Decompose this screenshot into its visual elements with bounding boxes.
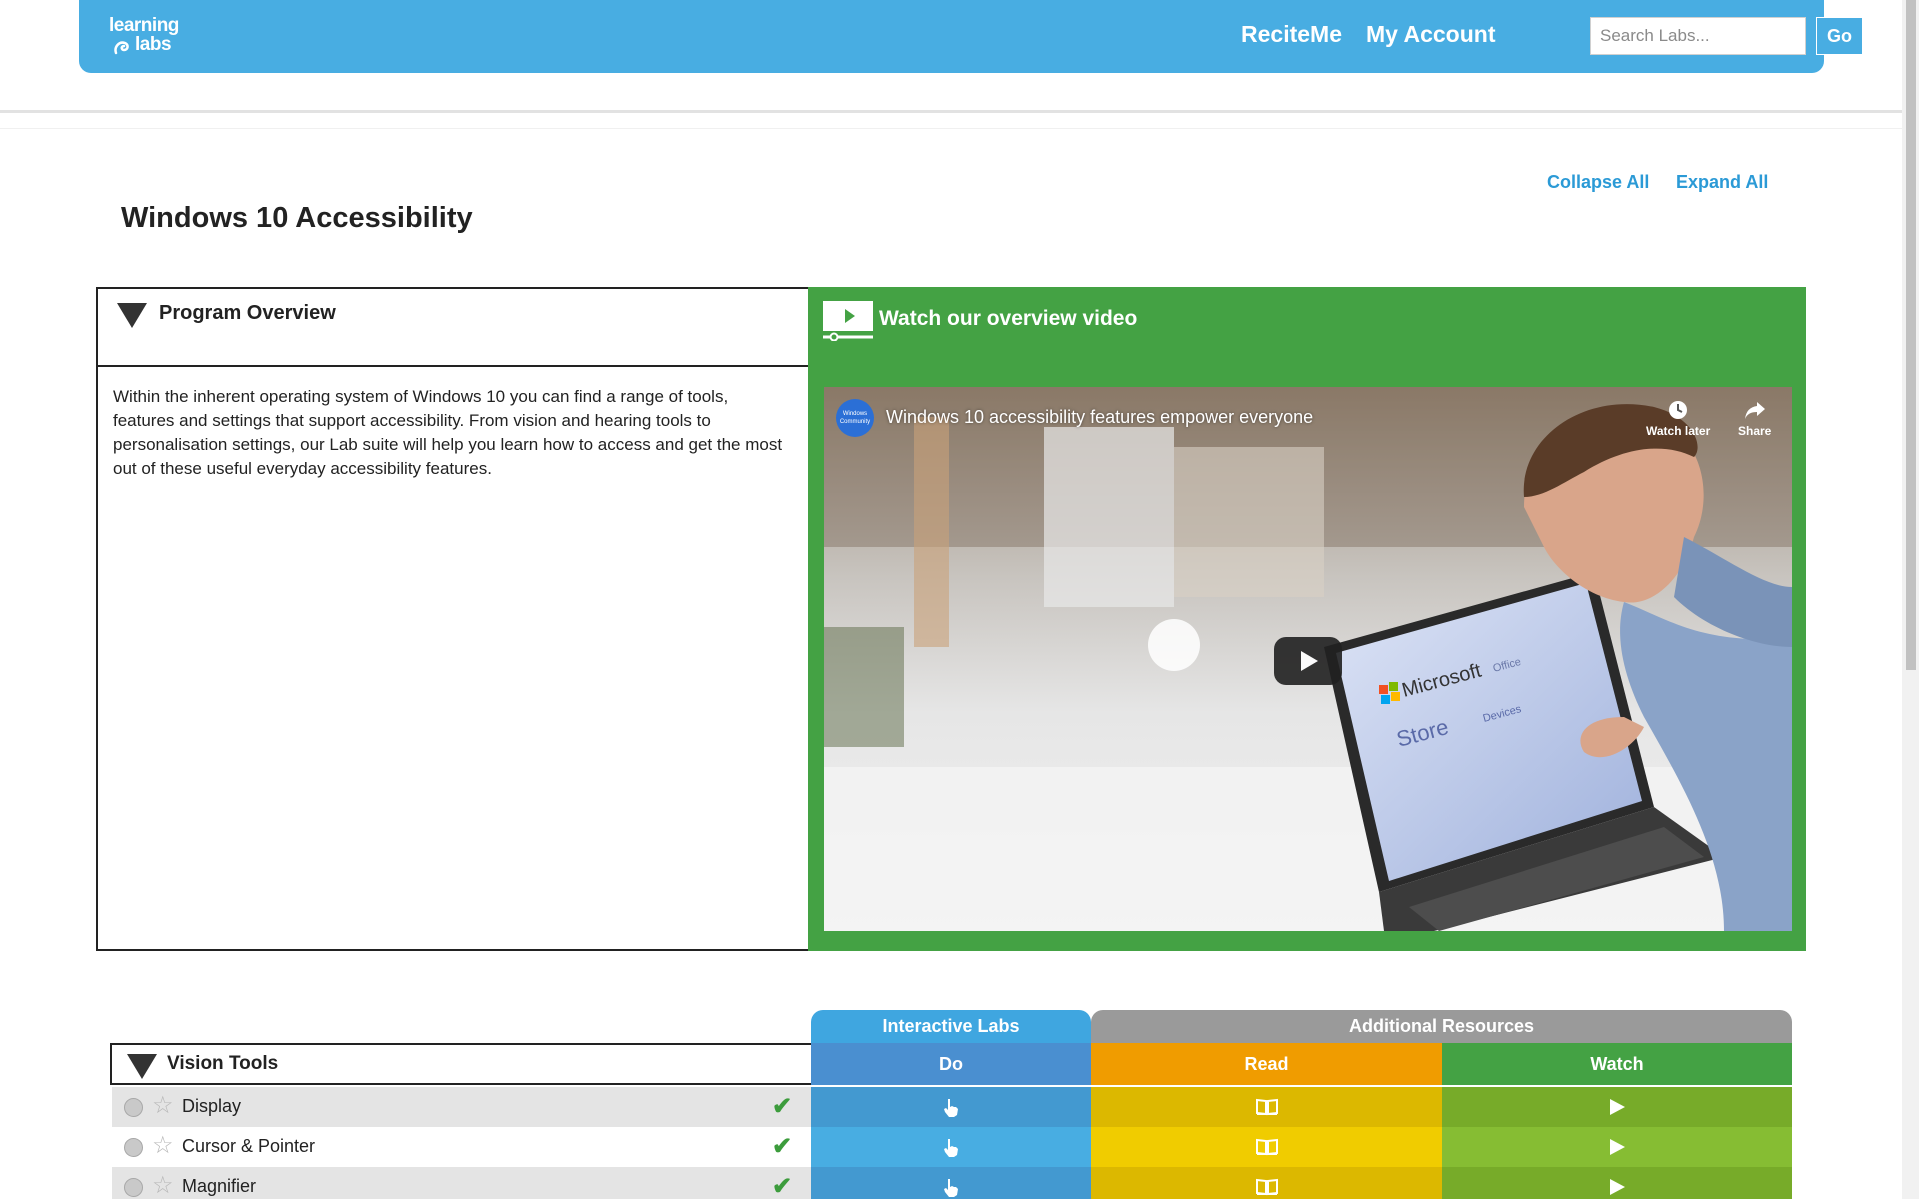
table-row[interactable]: ☆ Magnifier ✔	[112, 1167, 811, 1199]
reciteme-link[interactable]: ReciteMe	[1241, 21, 1342, 47]
vertical-scrollbar[interactable]	[1902, 0, 1919, 1199]
top-header: learning labs ReciteMe My Account Go	[79, 0, 1863, 73]
page-title: Windows 10 Accessibility	[121, 202, 473, 234]
read-resource-button[interactable]	[1091, 1087, 1442, 1127]
lab-label[interactable]: Display	[182, 1096, 241, 1117]
channel-avatar[interactable]: Windows Community	[836, 399, 874, 437]
video-heading: Watch our overview video	[879, 307, 1138, 330]
vision-tools-header[interactable]: Vision Tools	[110, 1043, 811, 1085]
hand-pointer-icon	[944, 1099, 958, 1117]
open-book-icon	[1255, 1138, 1278, 1156]
do-lab-button[interactable]	[811, 1087, 1091, 1127]
lab-label[interactable]: Cursor & Pointer	[182, 1136, 315, 1157]
header-divider	[0, 110, 1902, 113]
youtube-video-player[interactable]: Microsoft Office Store Devices Windows C…	[824, 387, 1792, 931]
collapse-all-link[interactable]: Collapse All	[1547, 172, 1649, 193]
share-button[interactable]: Share	[1738, 399, 1771, 438]
status-radio[interactable]	[124, 1138, 143, 1157]
share-label: Share	[1738, 424, 1772, 438]
program-overview-panel: Program Overview Within the inherent ope…	[96, 287, 810, 951]
do-lab-button[interactable]	[811, 1167, 1091, 1199]
video-screen-icon	[823, 301, 873, 341]
scrollbar-thumb[interactable]	[1906, 0, 1916, 670]
do-lab-button[interactable]	[811, 1127, 1091, 1167]
play-triangle-icon	[1610, 1139, 1625, 1155]
program-overview-text: Within the inherent operating system of …	[113, 387, 783, 478]
collapse-triangle-icon[interactable]	[117, 303, 147, 328]
overview-video-panel: Watch our overview video Microsoft Offic…	[808, 287, 1806, 951]
additional-resources-header: Additional Resources	[1091, 1010, 1792, 1043]
read-resource-button[interactable]	[1091, 1167, 1442, 1199]
table-row[interactable]: ☆ Cursor & Pointer ✔	[112, 1127, 811, 1167]
lab-label[interactable]: Magnifier	[182, 1176, 256, 1197]
watch-later-label: Watch later	[1646, 424, 1711, 438]
checkmark-icon: ✔	[772, 1133, 793, 1160]
hand-pointer-icon	[944, 1139, 958, 1157]
search-labs-input[interactable]	[1590, 17, 1806, 55]
checkmark-icon: ✔	[772, 1173, 793, 1199]
learning-labs-logo[interactable]: learning labs	[109, 16, 189, 60]
read-column-header: Read	[1091, 1043, 1442, 1085]
clock-icon	[1669, 401, 1688, 419]
program-overview-header[interactable]: Program Overview	[98, 289, 808, 367]
open-book-icon	[1255, 1098, 1278, 1116]
watch-resource-button[interactable]	[1442, 1127, 1792, 1167]
watch-resource-button[interactable]	[1442, 1087, 1792, 1127]
video-title[interactable]: Windows 10 accessibility features empowe…	[886, 407, 1313, 428]
favorite-star-icon[interactable]: ☆	[152, 1133, 174, 1159]
logo-text-line1: learning	[109, 15, 179, 36]
favorite-star-icon[interactable]: ☆	[152, 1173, 174, 1199]
program-overview-title: Program Overview	[159, 302, 336, 324]
expand-all-link[interactable]: Expand All	[1676, 172, 1768, 193]
play-triangle-icon	[1610, 1179, 1625, 1195]
status-radio[interactable]	[124, 1098, 143, 1117]
hand-pointer-icon	[944, 1179, 958, 1197]
watch-resource-button[interactable]	[1442, 1167, 1792, 1199]
read-resource-button[interactable]	[1091, 1127, 1442, 1167]
interactive-labs-header: Interactive Labs	[811, 1010, 1091, 1043]
vision-tools-title: Vision Tools	[167, 1053, 279, 1074]
share-arrow-icon	[1744, 402, 1765, 419]
header-divider-light	[0, 128, 1902, 129]
favorite-star-icon[interactable]: ☆	[152, 1093, 174, 1119]
status-radio[interactable]	[124, 1178, 143, 1197]
logo-text-line2: labs	[135, 34, 172, 55]
checkmark-icon: ✔	[772, 1093, 793, 1120]
open-book-icon	[1255, 1178, 1278, 1196]
play-triangle-icon	[1610, 1099, 1625, 1115]
table-row[interactable]: ☆ Display ✔	[112, 1087, 811, 1127]
go-button[interactable]: Go	[1816, 17, 1863, 55]
my-account-link[interactable]: My Account	[1366, 21, 1496, 47]
do-column-header: Do	[811, 1043, 1091, 1085]
logo-swirl-icon	[114, 41, 129, 55]
collapse-triangle-icon[interactable]	[127, 1054, 157, 1079]
watch-later-button[interactable]: Watch later	[1646, 399, 1710, 438]
watch-column-header: Watch	[1442, 1043, 1792, 1085]
play-button-icon[interactable]	[1274, 637, 1342, 685]
